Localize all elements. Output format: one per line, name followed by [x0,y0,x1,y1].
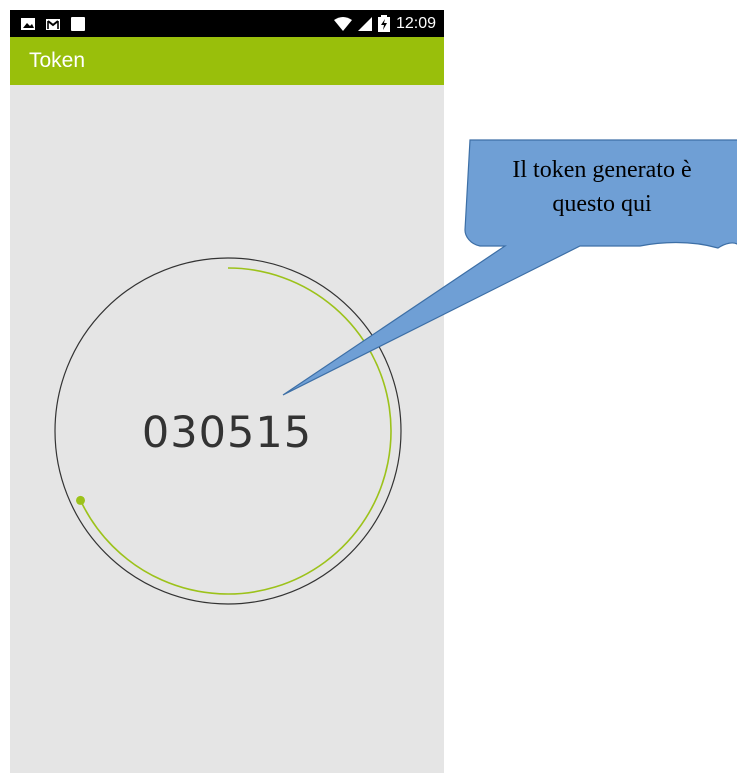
token-code: 030515 [141,408,313,458]
phone-screen: 12:09 Token 030515 [10,10,444,773]
callout-text: Il token generato è questo qui [466,153,737,221]
token-dial [54,257,402,605]
progress-dot [76,495,86,505]
callout-line-1: Il token generato è [512,157,692,183]
callout-line-2: questo qui [552,191,652,217]
